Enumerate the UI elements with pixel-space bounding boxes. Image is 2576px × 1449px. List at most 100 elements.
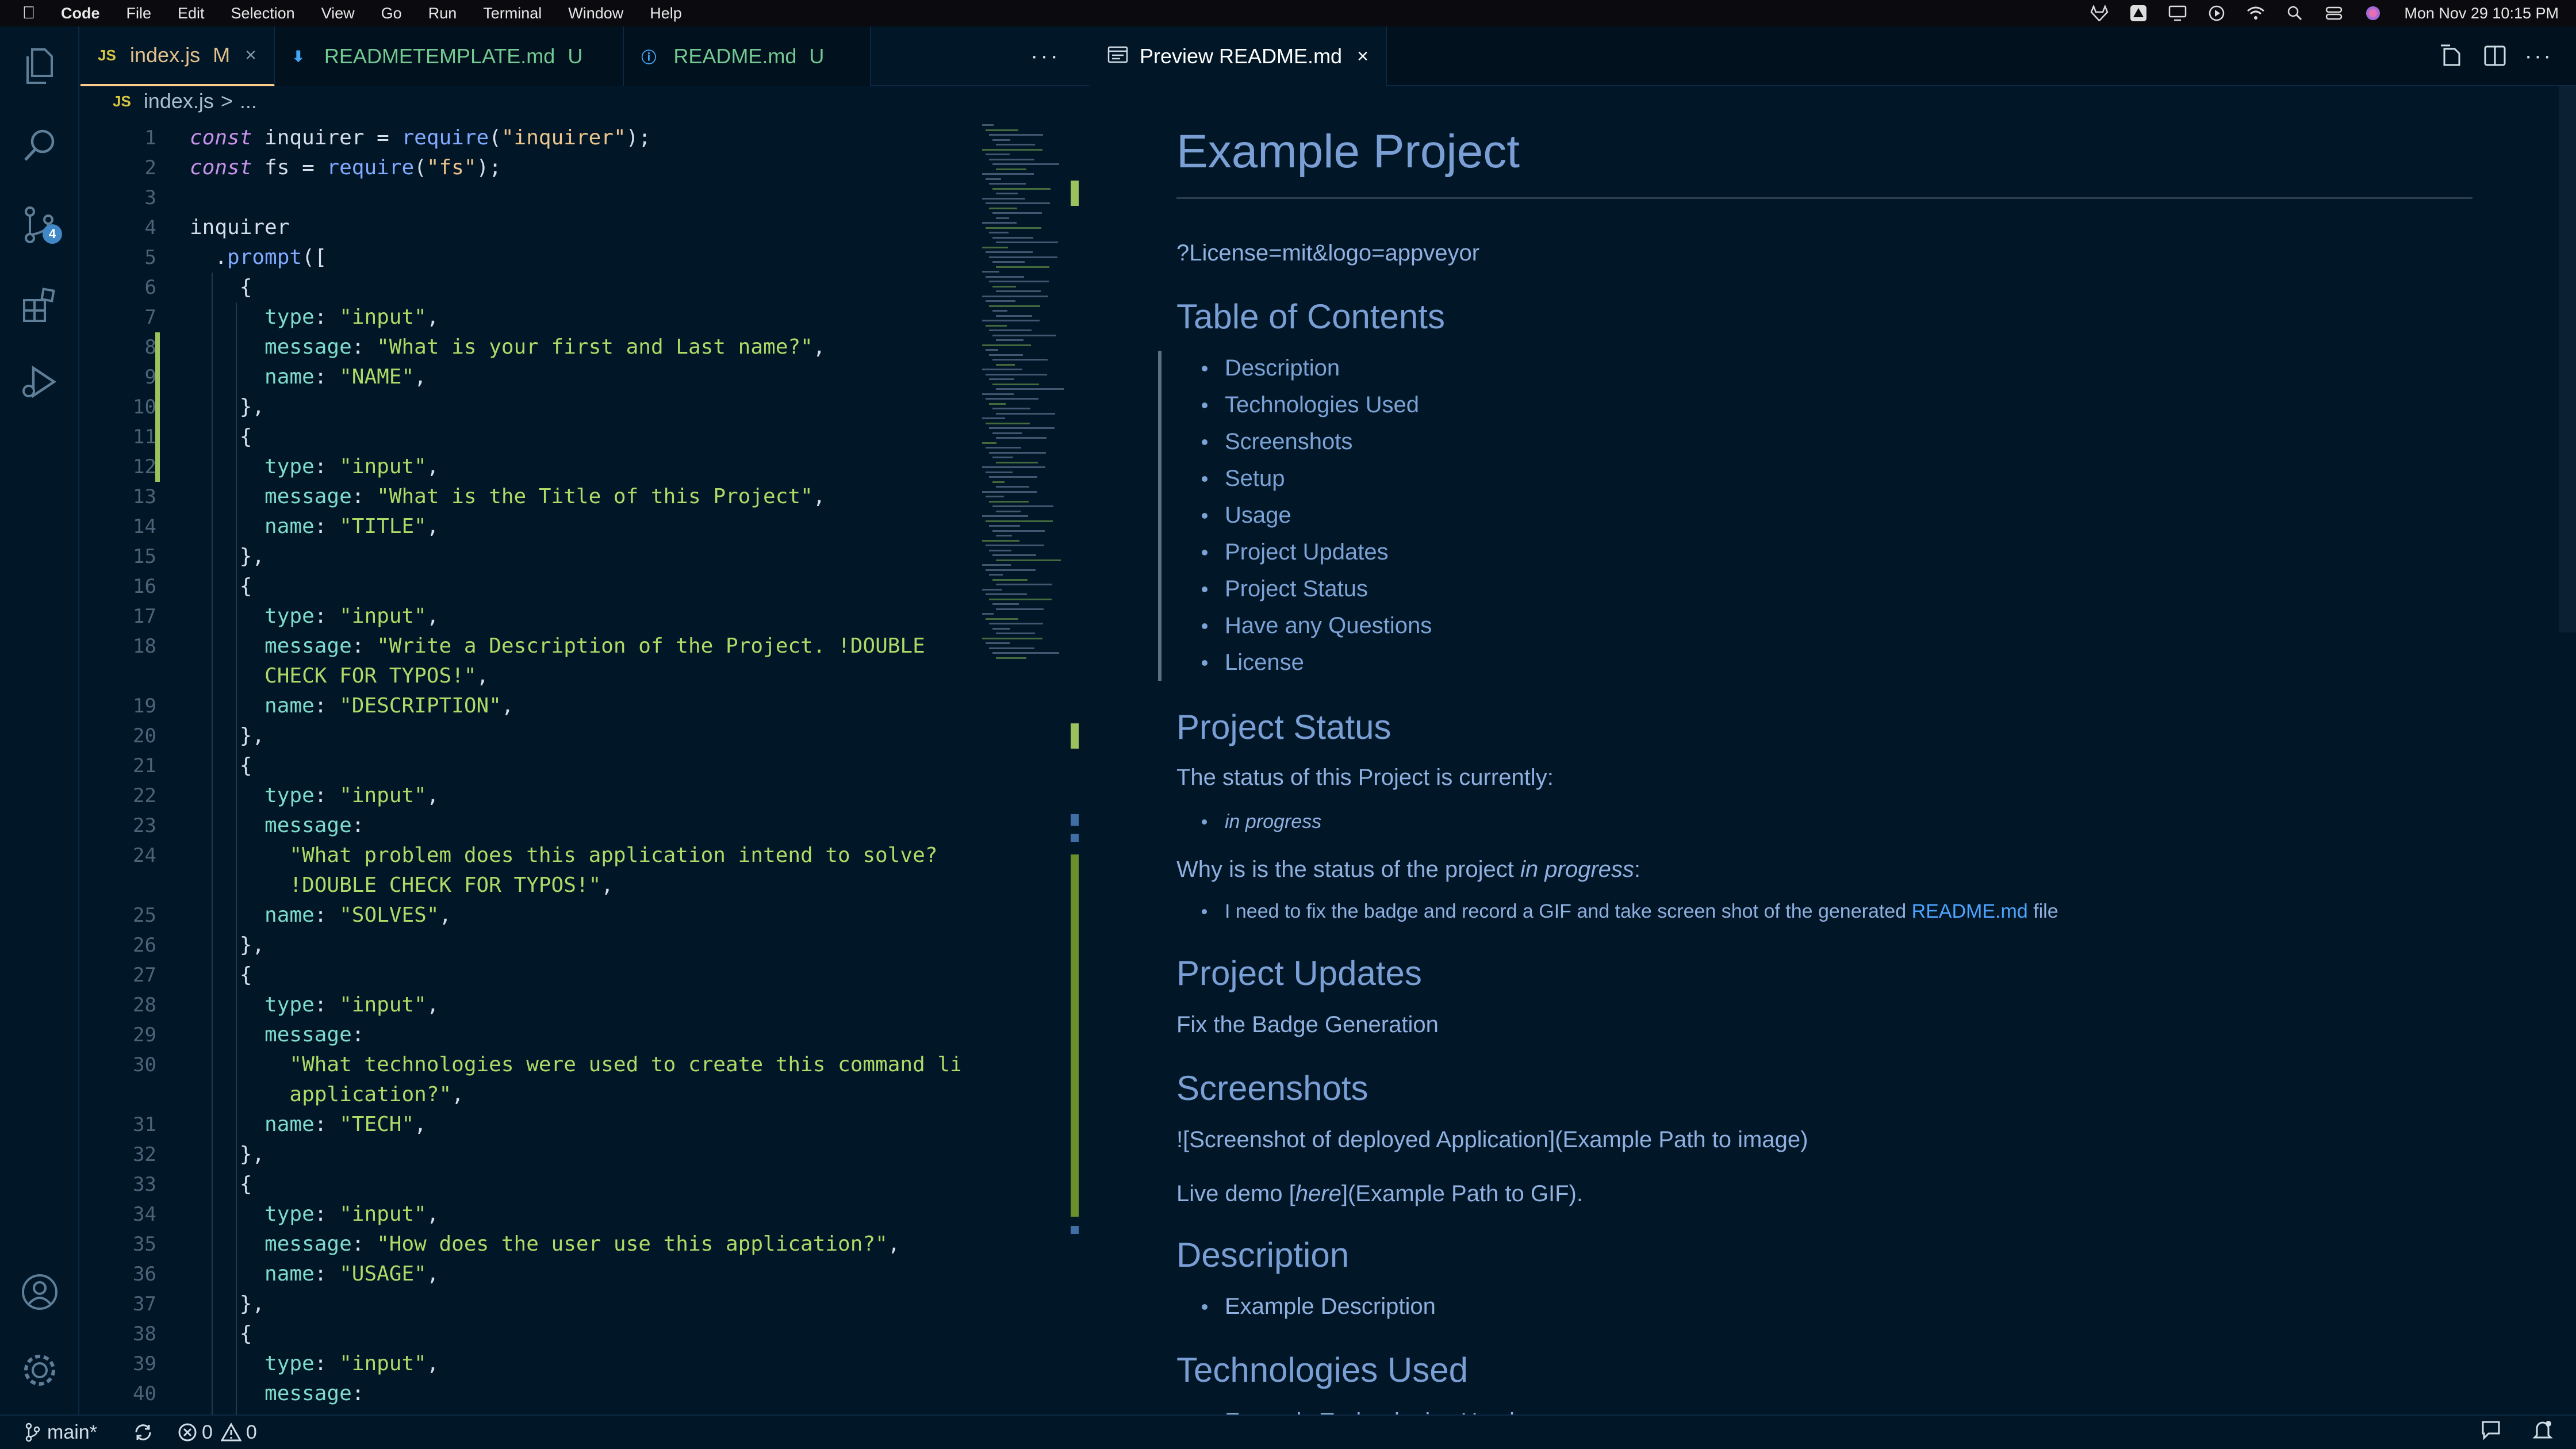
- line-number[interactable]: 2: [103, 153, 156, 183]
- menu-go[interactable]: Go: [381, 5, 402, 22]
- tab-close-icon[interactable]: ×: [1357, 45, 1368, 68]
- line-number[interactable]: 28: [103, 990, 156, 1020]
- line-number[interactable]: 15: [103, 542, 156, 572]
- accounts-icon[interactable]: [20, 1272, 60, 1312]
- toc-link[interactable]: Screenshots: [1201, 429, 1352, 455]
- notifications-bell-icon[interactable]: [2532, 1419, 2553, 1446]
- menu-run[interactable]: Run: [428, 5, 457, 22]
- extensions-icon[interactable]: [20, 285, 60, 325]
- code-line[interactable]: 2 const fs = require("fs");: [80, 153, 960, 183]
- line-number[interactable]: 40: [103, 1379, 156, 1409]
- tab-readmetemplate-md[interactable]: ⬇ READMETEMPLATE.md U: [274, 26, 624, 86]
- line-number[interactable]: 24: [103, 841, 156, 871]
- line-number[interactable]: 35: [103, 1229, 156, 1259]
- open-source-icon[interactable]: [2437, 41, 2466, 70]
- line-number[interactable]: 37: [103, 1289, 156, 1319]
- code-line[interactable]: 5 .prompt([: [80, 243, 960, 273]
- play-circle-icon[interactable]: [2205, 5, 2228, 22]
- run-debug-icon[interactable]: [20, 362, 60, 402]
- explorer-files-icon[interactable]: [20, 46, 60, 86]
- tab-readme-md[interactable]: ⓘ README.md U: [624, 26, 872, 86]
- line-number[interactable]: 19: [103, 691, 156, 721]
- menu-selection[interactable]: Selection: [231, 5, 295, 22]
- toc-link[interactable]: Project Status: [1201, 576, 1368, 602]
- toc-link[interactable]: License: [1202, 650, 1304, 676]
- line-number[interactable]: 5: [103, 243, 156, 273]
- line-number[interactable]: 10: [103, 392, 156, 422]
- menu-app-name[interactable]: Code: [61, 5, 100, 22]
- display-icon[interactable]: [2166, 5, 2189, 22]
- feedback-icon[interactable]: [2481, 1420, 2504, 1446]
- sync-icon[interactable]: [132, 1423, 155, 1442]
- line-number[interactable]: 9: [103, 362, 156, 392]
- line-number[interactable]: 7: [103, 302, 156, 332]
- line-number[interactable]: 13: [103, 482, 156, 512]
- wifi-icon[interactable]: [2244, 5, 2267, 22]
- git-modified-gutter[interactable]: [155, 332, 160, 482]
- line-number[interactable]: 31: [103, 1110, 156, 1140]
- menu-help[interactable]: Help: [650, 5, 682, 22]
- minimap[interactable]: [977, 118, 1064, 682]
- siri-icon[interactable]: [2362, 5, 2385, 22]
- line-number[interactable]: 30: [103, 1050, 156, 1080]
- line-number[interactable]: 8: [103, 332, 156, 362]
- search-icon[interactable]: [20, 125, 60, 166]
- line-number[interactable]: 33: [103, 1170, 156, 1199]
- breadcrumb-symbol[interactable]: ...: [240, 89, 257, 113]
- source-control-icon[interactable]: 4: [20, 205, 62, 245]
- line-number[interactable]: 12: [103, 452, 156, 482]
- toc-link[interactable]: Technologies Used: [1202, 392, 1419, 418]
- line-number[interactable]: 27: [103, 960, 156, 990]
- line-number[interactable]: 4: [103, 213, 156, 243]
- split-editor-icon[interactable]: [2481, 41, 2509, 70]
- line-number[interactable]: 11: [103, 422, 156, 452]
- line-number[interactable]: 32: [103, 1140, 156, 1170]
- line-number[interactable]: 20: [103, 721, 156, 751]
- manage-gear-icon[interactable]: [20, 1350, 60, 1390]
- line-number[interactable]: 22: [103, 781, 156, 811]
- tab-close-icon[interactable]: ×: [245, 44, 256, 67]
- toc-link[interactable]: Description: [1201, 355, 1340, 381]
- line-number[interactable]: 6: [103, 273, 156, 302]
- menu-terminal[interactable]: Terminal: [483, 5, 542, 22]
- toc-link[interactable]: Usage: [1202, 503, 1291, 528]
- toc-link[interactable]: Setup: [1202, 466, 1285, 492]
- line-number[interactable]: 25: [103, 900, 156, 930]
- menu-edit[interactable]: Edit: [178, 5, 205, 22]
- line-number[interactable]: 38: [103, 1319, 156, 1349]
- line-number[interactable]: 21: [103, 751, 156, 781]
- menu-window[interactable]: Window: [568, 5, 623, 22]
- more-actions-button[interactable]: ···: [1002, 26, 1089, 85]
- code-line[interactable]: 3: [80, 183, 960, 213]
- line-number[interactable]: 39: [103, 1349, 156, 1379]
- code-line[interactable]: 4 inquirer: [80, 213, 960, 243]
- menu-file[interactable]: File: [126, 5, 152, 22]
- code-editor[interactable]: 1 const inquirer = require("inquirer"); 2 c…: [80, 118, 960, 1414]
- line-number[interactable]: 17: [103, 601, 156, 631]
- line-number[interactable]: 1: [103, 123, 156, 153]
- line-number[interactable]: 18: [103, 631, 156, 661]
- gitlab-fox-icon[interactable]: [2088, 5, 2111, 22]
- breadcrumb-file[interactable]: index.js: [144, 89, 214, 113]
- menu-view[interactable]: View: [321, 5, 355, 22]
- code-line[interactable]: 1 const inquirer = require("inquirer");: [80, 123, 960, 153]
- line-number[interactable]: 36: [103, 1259, 156, 1289]
- line-number[interactable]: 3: [103, 183, 156, 213]
- readme-link[interactable]: README.md: [1912, 900, 2028, 922]
- branch-indicator[interactable]: main*: [25, 1421, 97, 1444]
- tab-index-js[interactable]: JS index.js M ×: [80, 26, 275, 86]
- toc-link[interactable]: Project Updates: [1202, 539, 1389, 565]
- drive-triangle-icon[interactable]: [2127, 5, 2150, 22]
- apple-icon[interactable]: : [17, 3, 40, 23]
- line-number[interactable]: 26: [103, 930, 156, 960]
- editor-scrollbar[interactable]: [1067, 118, 1089, 1414]
- preview-scrollbar[interactable]: [2559, 86, 2576, 632]
- problems-indicator[interactable]: 0 0: [178, 1421, 257, 1444]
- spotlight-search-icon[interactable]: [2283, 5, 2306, 22]
- line-number[interactable]: 34: [103, 1199, 156, 1229]
- line-number[interactable]: 16: [103, 572, 156, 601]
- control-center-icon[interactable]: [2322, 5, 2345, 22]
- toc-link[interactable]: Have any Questions: [1201, 613, 1432, 639]
- tab-preview-readme[interactable]: Preview README.md ×: [1090, 26, 1387, 86]
- menubar-clock[interactable]: Mon Nov 29 10:15 PM: [2404, 5, 2559, 22]
